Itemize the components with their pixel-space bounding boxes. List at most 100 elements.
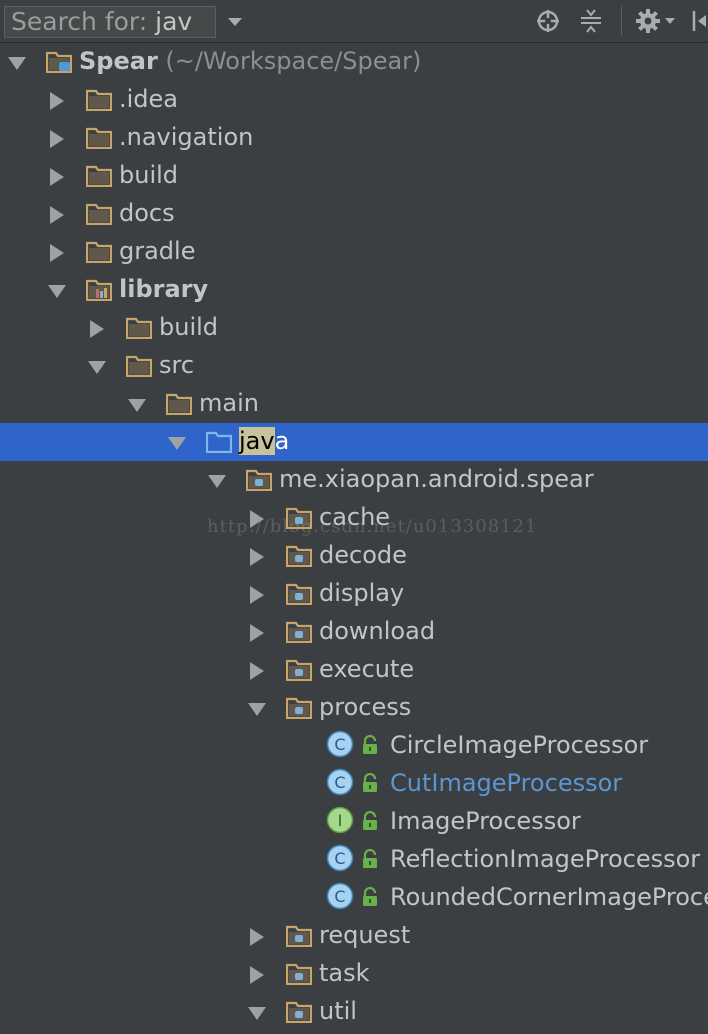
hide-icon[interactable]	[690, 6, 708, 36]
search-query: jav	[155, 7, 193, 36]
tree-node-label: ReflectionImageProcessor	[390, 845, 701, 873]
module-folder-icon	[85, 277, 113, 302]
collapsed-arrow-icon[interactable]	[248, 586, 266, 604]
tree-row[interactable]: decode	[0, 537, 708, 575]
tree-node-label: docs	[119, 199, 175, 227]
collapsed-arrow-icon[interactable]	[248, 510, 266, 528]
package-icon	[245, 467, 273, 492]
tree-row[interactable]: build	[0, 157, 708, 195]
tree-row[interactable]: C CircleImageProcessor	[0, 727, 708, 765]
collapsed-arrow-icon[interactable]	[248, 548, 266, 566]
collapsed-arrow-icon[interactable]	[48, 92, 66, 110]
project-icon	[45, 49, 73, 74]
tree-row[interactable]: I ImageProcessor	[0, 803, 708, 841]
tree-node-label: me.xiaopan.android.spear	[279, 465, 594, 493]
tree-row[interactable]: display	[0, 575, 708, 613]
expanded-arrow-icon[interactable]	[248, 700, 266, 718]
package-icon	[285, 581, 313, 606]
chevron-down-icon	[228, 18, 242, 26]
tree-row[interactable]: .navigation	[0, 119, 708, 157]
collapsed-arrow-icon[interactable]	[248, 966, 266, 984]
expanded-arrow-icon[interactable]	[128, 396, 146, 414]
folder-icon	[85, 87, 113, 112]
collapsed-arrow-icon[interactable]	[48, 206, 66, 224]
crosshair-icon[interactable]	[533, 6, 563, 36]
tree-node-label: ImageProcessor	[390, 807, 581, 835]
tree-node-label: Spear (~/Workspace/Spear)	[79, 47, 422, 75]
tree-row[interactable]: Spear (~/Workspace/Spear)	[0, 43, 708, 81]
collapsed-arrow-icon[interactable]	[48, 130, 66, 148]
tree-row[interactable]: library	[0, 271, 708, 309]
svg-text:C: C	[334, 773, 345, 792]
package-icon	[285, 923, 313, 948]
label-rest: a	[274, 427, 290, 455]
tree-row[interactable]: C CutImageProcessor	[0, 765, 708, 803]
tree-row[interactable]: download	[0, 613, 708, 651]
collapsed-arrow-icon[interactable]	[248, 662, 266, 680]
tree-row[interactable]: util	[0, 993, 708, 1031]
tree-row[interactable]: cache	[0, 499, 708, 537]
folder-icon	[85, 201, 113, 226]
expanded-arrow-icon[interactable]	[248, 1004, 266, 1022]
tree-row[interactable]: C ReflectionImageProcessor	[0, 841, 708, 879]
gear-icon[interactable]	[634, 6, 678, 36]
tree-node-label: util	[319, 997, 357, 1025]
class-icon: C	[326, 844, 354, 872]
tree-row[interactable]: execute	[0, 651, 708, 689]
collapsed-arrow-icon[interactable]	[48, 244, 66, 262]
tree-row[interactable]: src	[0, 347, 708, 385]
tree-node-label: .idea	[119, 85, 179, 113]
search-history-dropdown[interactable]	[220, 6, 250, 38]
package-icon	[285, 543, 313, 568]
package-icon	[285, 695, 313, 720]
tree-node-label: RoundedCornerImageProce	[390, 883, 708, 911]
tree-row[interactable]: task	[0, 955, 708, 993]
expanded-arrow-icon[interactable]	[48, 282, 66, 300]
tree-node-label: CircleImageProcessor	[390, 731, 649, 759]
tree-node-label: download	[319, 617, 436, 645]
public-access-icon	[360, 848, 380, 869]
tree-node-label: build	[159, 313, 219, 341]
folder-icon	[85, 163, 113, 188]
tree-node-label: request	[319, 921, 411, 949]
tree-row[interactable]: main	[0, 385, 708, 423]
public-access-icon	[360, 886, 380, 907]
tree-node-label: display	[319, 579, 405, 607]
svg-text:C: C	[334, 735, 345, 754]
toolbar-separator	[621, 6, 622, 36]
expanded-arrow-icon[interactable]	[88, 358, 106, 376]
folder-icon	[85, 239, 113, 264]
search-match-highlight: jav	[239, 427, 275, 455]
tree-row[interactable]: java	[0, 423, 708, 461]
tree-row[interactable]: C RoundedCornerImageProce	[0, 879, 708, 917]
tree-node-label: src	[159, 351, 195, 379]
collapse-all-icon[interactable]	[576, 6, 606, 36]
collapsed-arrow-icon[interactable]	[48, 168, 66, 186]
tree-node-label: execute	[319, 655, 415, 683]
tree-row[interactable]: .idea	[0, 81, 708, 119]
expanded-arrow-icon[interactable]	[8, 54, 26, 72]
folder-icon	[125, 315, 153, 340]
tree-row[interactable]: process	[0, 689, 708, 727]
class-icon: C	[326, 768, 354, 796]
public-access-icon	[360, 772, 380, 793]
tree-row[interactable]: docs	[0, 195, 708, 233]
svg-text:C: C	[334, 887, 345, 906]
tree-row[interactable]: request	[0, 917, 708, 955]
tree-row[interactable]: gradle	[0, 233, 708, 271]
collapsed-arrow-icon[interactable]	[88, 320, 106, 338]
tree-node-label: process	[319, 693, 412, 721]
tree-row[interactable]: me.xiaopan.android.spear	[0, 461, 708, 499]
folder-icon	[125, 353, 153, 378]
tree-node-label: task	[319, 959, 370, 987]
tree-row[interactable]: build	[0, 309, 708, 347]
folder-icon	[165, 391, 193, 416]
collapsed-arrow-icon[interactable]	[248, 928, 266, 946]
class-icon: C	[326, 882, 354, 910]
search-input[interactable]: Search for: jav	[4, 6, 216, 38]
expanded-arrow-icon[interactable]	[168, 434, 186, 452]
expanded-arrow-icon[interactable]	[208, 472, 226, 490]
public-access-icon	[360, 734, 380, 755]
collapsed-arrow-icon[interactable]	[248, 624, 266, 642]
class-icon: C	[326, 730, 354, 758]
